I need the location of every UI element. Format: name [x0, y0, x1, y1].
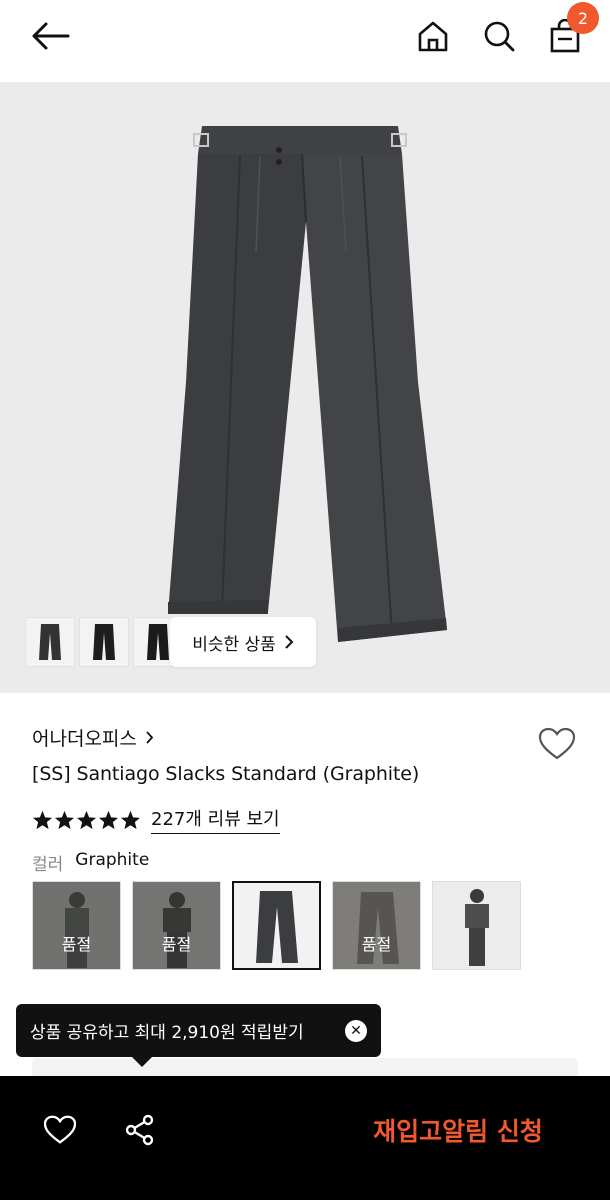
star-icon [32, 810, 53, 829]
bottom-wishlist-button[interactable] [38, 1108, 82, 1152]
color-value: Graphite [75, 850, 150, 870]
model-image [433, 882, 520, 969]
thumbnail-2[interactable] [79, 617, 129, 667]
thumbnail-strip [25, 617, 183, 667]
bottom-action-bar: 재입고알림 신청 [0, 1076, 610, 1200]
restock-alert-button[interactable]: 재입고알림 신청 [340, 1112, 576, 1148]
tooltip-text: 상품 공유하고 최대 2,910원 적립받기 [30, 1023, 304, 1043]
heart-icon [43, 1115, 77, 1144]
arrow-left-icon [32, 22, 70, 50]
star-icon [54, 810, 75, 829]
share-reward-tooltip: 상품 공유하고 최대 2,910원 적립받기 ✕ [16, 1004, 381, 1067]
thumbnail-1[interactable] [25, 617, 75, 667]
chevron-right-icon [285, 635, 294, 649]
pants-thumbnail-icon [93, 624, 115, 660]
share-icon [125, 1114, 154, 1146]
sold-out-overlay: 품절 [333, 882, 420, 969]
color-swatch[interactable]: 품절 [132, 881, 221, 970]
wishlist-button[interactable] [536, 724, 578, 764]
star-icon [98, 810, 119, 829]
pants-thumbnail-icon [39, 624, 61, 660]
close-icon[interactable]: ✕ [345, 1019, 367, 1042]
sold-out-overlay: 품절 [33, 882, 120, 969]
rating-row: 227개 리뷰 보기 [32, 805, 280, 834]
cart-count-badge: 2 [567, 2, 599, 34]
color-swatch-selected[interactable] [232, 881, 321, 970]
back-button[interactable] [28, 14, 72, 58]
top-app-bar: 2 [0, 0, 610, 82]
color-swatch[interactable] [432, 881, 521, 970]
similar-products-button[interactable]: 비슷한 상품 [170, 617, 316, 667]
color-row: 컬러 Graphite [32, 850, 149, 875]
pants-image [234, 883, 319, 968]
review-link[interactable]: 227개 리뷰 보기 [151, 805, 280, 834]
similar-products-label: 비슷한 상품 [192, 634, 276, 655]
sold-out-overlay: 품절 [133, 882, 220, 969]
home-icon [418, 21, 448, 52]
chevron-right-icon [146, 731, 154, 744]
color-label: 컬러 [32, 855, 64, 875]
home-button[interactable] [411, 14, 455, 58]
cart-button[interactable]: 2 [543, 2, 599, 58]
color-swatches: 품절 품절 품절 [32, 881, 521, 970]
brand-name: 어나더오피스 [32, 728, 137, 750]
product-image-area[interactable]: 비슷한 상품 [0, 82, 610, 693]
share-button[interactable] [118, 1108, 162, 1152]
brand-link[interactable]: 어나더오피스 [32, 724, 154, 751]
color-swatch[interactable]: 품절 [32, 881, 121, 970]
heart-icon [538, 727, 576, 760]
product-image [168, 126, 447, 642]
color-swatch[interactable]: 품절 [332, 881, 421, 970]
pants-thumbnail-icon [147, 624, 169, 660]
star-icon [76, 810, 97, 829]
product-title: [SS] Santiago Slacks Standard (Graphite) [32, 763, 420, 785]
star-icon [120, 810, 141, 829]
search-icon [484, 21, 515, 52]
search-button[interactable] [477, 14, 521, 58]
star-rating [32, 810, 141, 830]
